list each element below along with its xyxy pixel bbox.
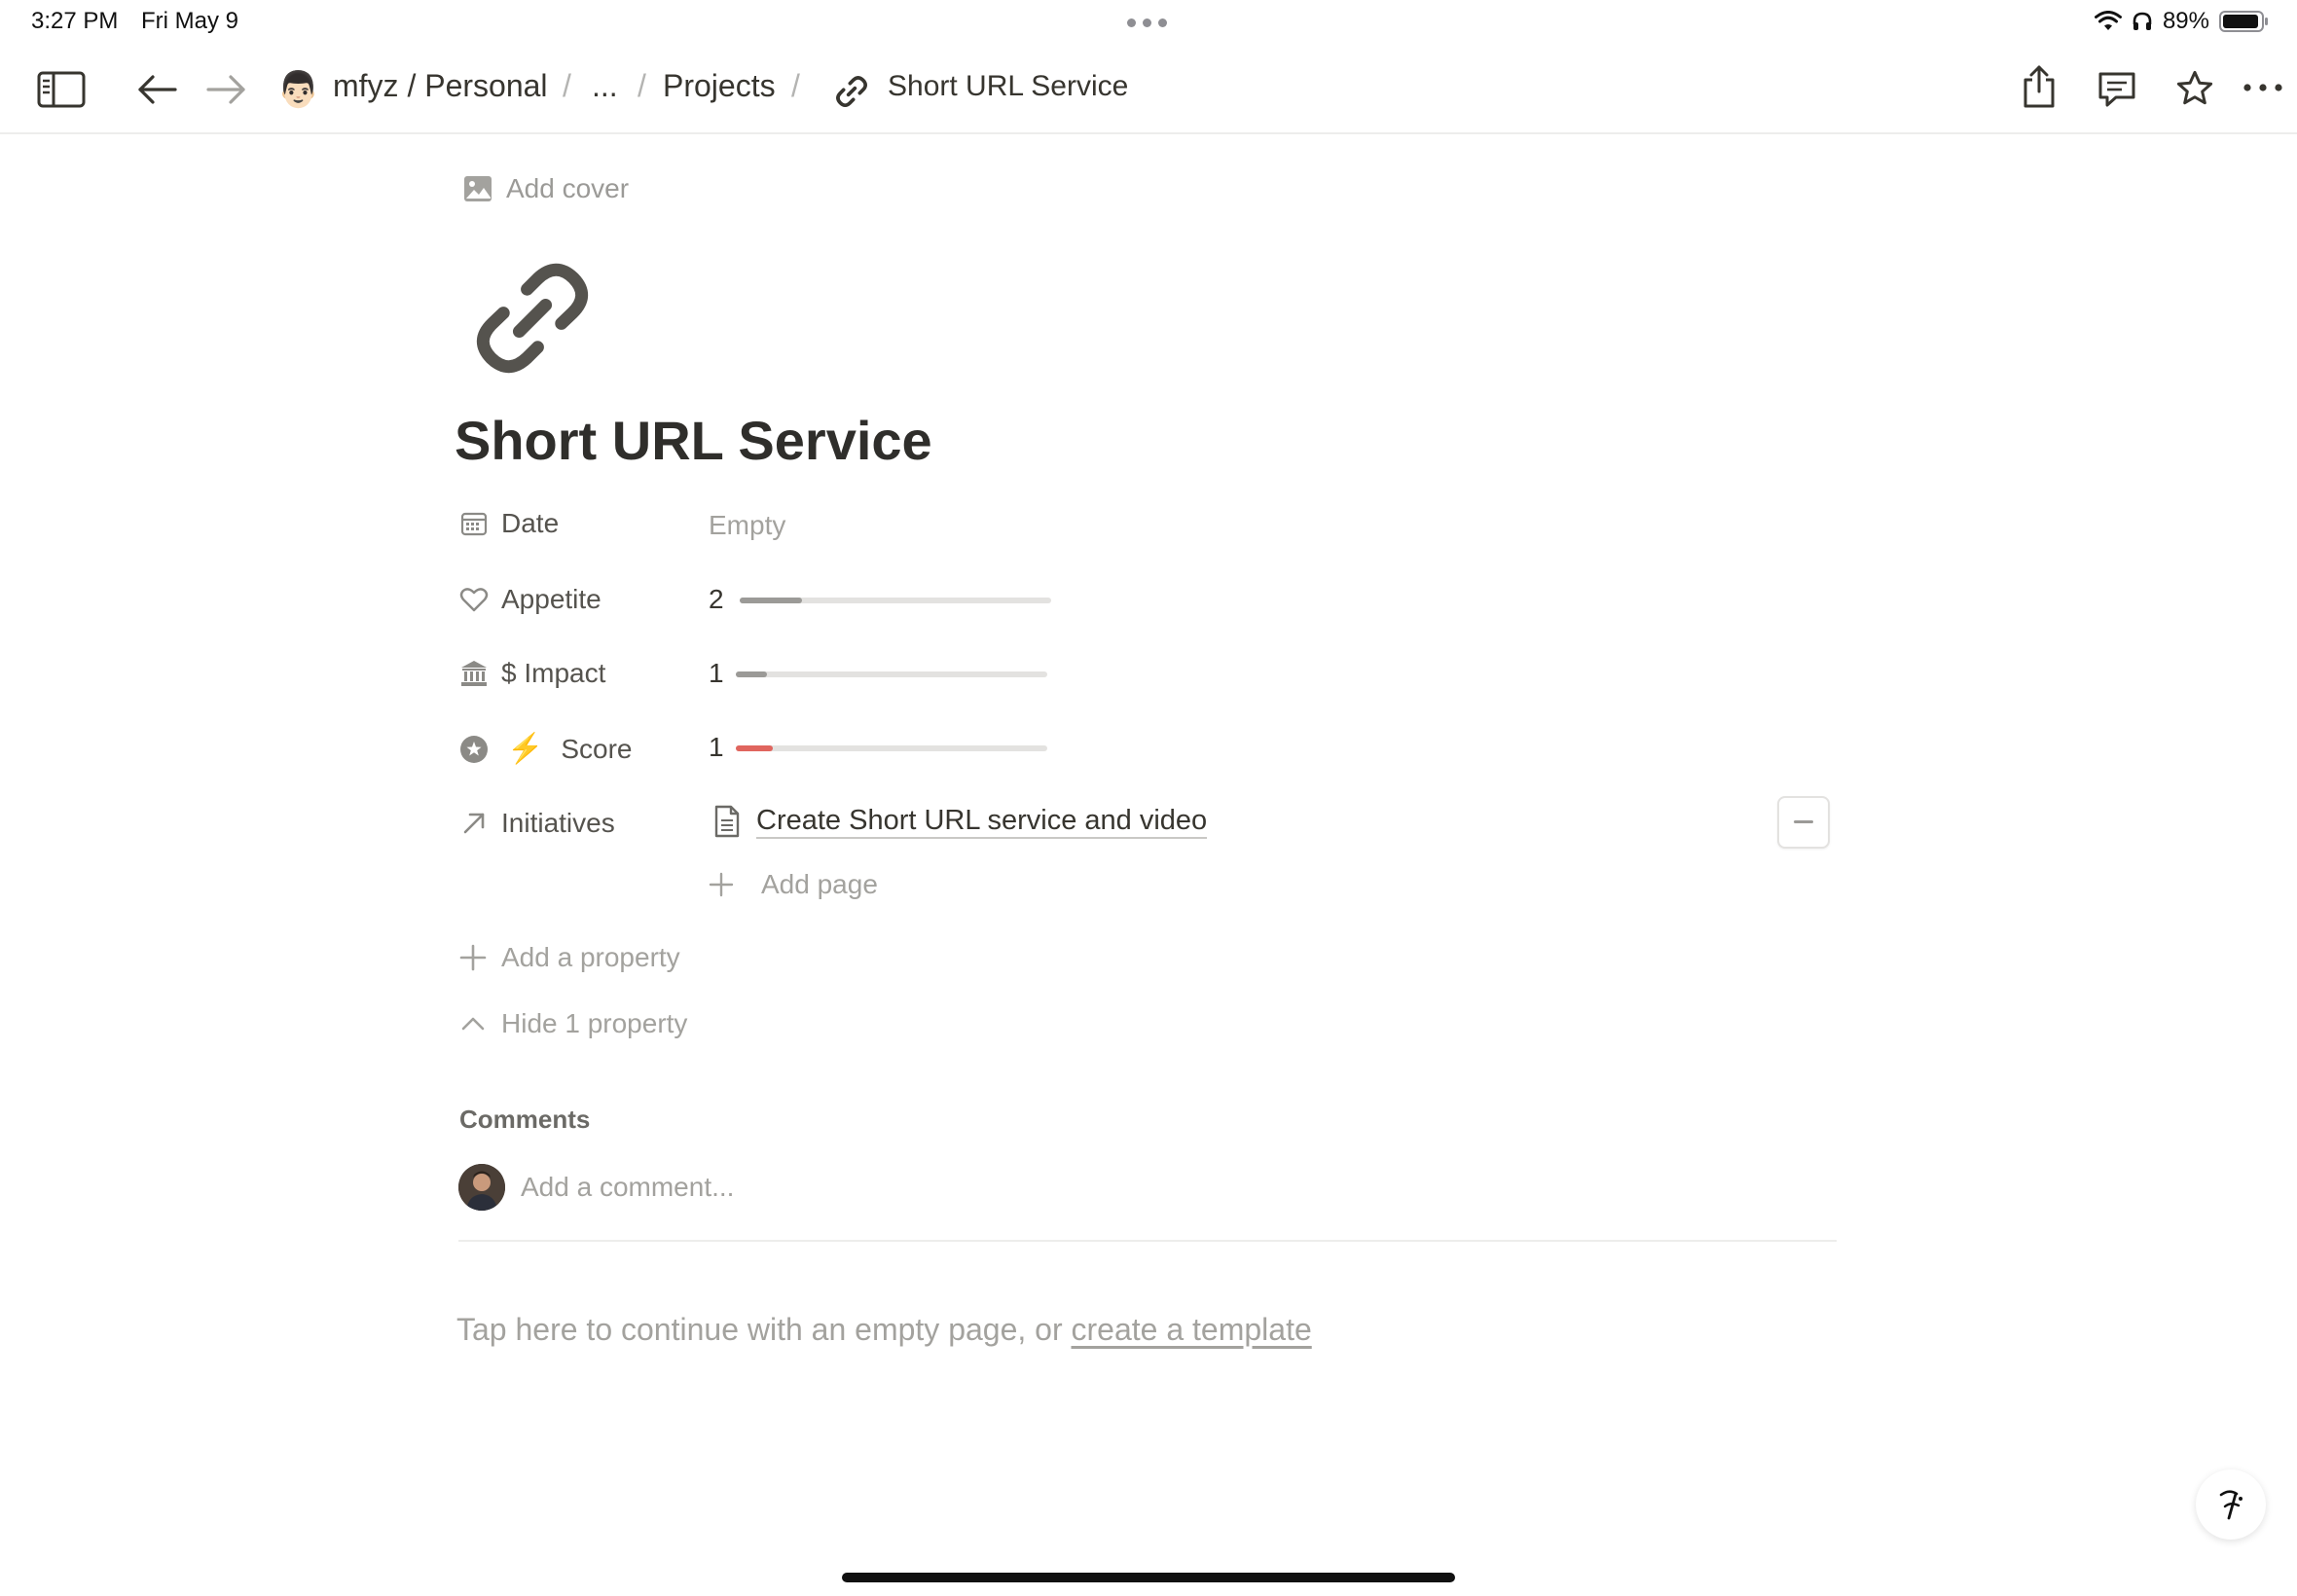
breadcrumb-current-page[interactable]: Short URL Service bbox=[888, 70, 1128, 103]
forward-arrow-icon[interactable] bbox=[204, 72, 247, 107]
hide-property-label: Hide 1 property bbox=[501, 1008, 688, 1038]
avatar bbox=[458, 1164, 505, 1211]
property-appetite[interactable]: Appetite bbox=[458, 584, 602, 615]
relation-arrow-icon bbox=[458, 808, 490, 839]
add-property-button[interactable]: Add a property bbox=[458, 942, 680, 973]
date-value[interactable]: Empty bbox=[709, 510, 785, 541]
home-indicator[interactable] bbox=[842, 1573, 1455, 1582]
initiative-page-title: Create Short URL service and video bbox=[756, 804, 1208, 839]
comments-divider bbox=[458, 1240, 1837, 1242]
property-label-impact: $ Impact bbox=[501, 658, 606, 688]
property-label-initiatives: Initiatives bbox=[501, 808, 615, 838]
status-date: Fri May 9 bbox=[141, 8, 239, 34]
workspace-avatar-emoji: 👨🏻 bbox=[276, 69, 320, 109]
score-progress-bar bbox=[736, 745, 1047, 751]
comments-heading: Comments bbox=[459, 1105, 591, 1134]
appetite-value[interactable]: 2 bbox=[709, 584, 724, 615]
add-property-label: Add a property bbox=[501, 942, 680, 972]
breadcrumb-projects[interactable]: Projects bbox=[663, 68, 776, 104]
score-value[interactable]: 1 bbox=[709, 732, 724, 763]
property-label-appetite: Appetite bbox=[501, 584, 602, 614]
breadcrumb-separator: / bbox=[791, 68, 800, 103]
bank-icon bbox=[458, 658, 490, 689]
headphones-icon bbox=[2132, 11, 2153, 32]
score-emoji: ⚡ bbox=[507, 733, 544, 765]
status-indicators: 89% bbox=[2094, 8, 2270, 35]
sidebar-toggle-icon[interactable] bbox=[37, 70, 86, 109]
add-page-button[interactable]: Add page bbox=[709, 869, 878, 900]
score-progress-fill bbox=[736, 745, 774, 751]
remove-relation-button[interactable] bbox=[1777, 796, 1830, 849]
multitasking-dots[interactable] bbox=[1127, 18, 1167, 27]
appetite-progress-fill bbox=[740, 598, 802, 603]
ai-face-icon bbox=[2211, 1485, 2250, 1524]
document-icon bbox=[713, 805, 741, 838]
minus-icon bbox=[1794, 820, 1813, 824]
star-icon[interactable] bbox=[2174, 68, 2215, 109]
image-icon bbox=[463, 174, 492, 203]
calendar-icon bbox=[458, 508, 490, 539]
impact-progress-fill bbox=[736, 671, 767, 677]
add-cover-button[interactable]: Add cover bbox=[463, 173, 629, 204]
add-page-label: Add page bbox=[761, 869, 878, 899]
impact-value[interactable]: 1 bbox=[709, 658, 724, 689]
breadcrumb-workspace[interactable]: mfyz / Personal bbox=[333, 68, 548, 104]
appetite-progress-bar bbox=[740, 598, 1051, 603]
breadcrumb-separator: / bbox=[638, 68, 646, 103]
property-initiatives[interactable]: Initiatives bbox=[458, 808, 615, 839]
wifi-icon bbox=[2094, 11, 2122, 32]
impact-progress-bar bbox=[736, 671, 1047, 677]
add-cover-label: Add cover bbox=[506, 173, 630, 203]
status-time: 3:27 PM bbox=[31, 8, 119, 34]
breadcrumb-ellipsis[interactable]: ... bbox=[592, 68, 618, 104]
ai-assistant-button[interactable] bbox=[2196, 1469, 2266, 1540]
property-label-score: Score bbox=[561, 733, 633, 764]
comment-composer[interactable]: Add a comment... bbox=[458, 1164, 734, 1211]
share-icon[interactable] bbox=[2021, 64, 2058, 109]
comments-icon[interactable] bbox=[2096, 70, 2137, 109]
battery-icon bbox=[2219, 10, 2270, 33]
breadcrumb-separator: / bbox=[563, 68, 571, 103]
back-arrow-icon[interactable] bbox=[136, 72, 179, 107]
hide-property-button[interactable]: Hide 1 property bbox=[458, 1008, 687, 1039]
link-icon bbox=[832, 72, 871, 111]
empty-page-hint-text: Tap here to continue with an empty page,… bbox=[456, 1312, 1072, 1347]
property-label-date: Date bbox=[501, 508, 560, 538]
property-impact[interactable]: $ Impact bbox=[458, 658, 605, 689]
initiative-page-link[interactable]: Create Short URL service and video bbox=[713, 804, 1208, 839]
battery-percent: 89% bbox=[2162, 8, 2209, 34]
formula-star-icon bbox=[458, 734, 490, 765]
create-template-link[interactable]: create a template bbox=[1072, 1312, 1312, 1347]
heart-icon bbox=[458, 584, 490, 615]
property-date[interactable]: Date bbox=[458, 508, 559, 539]
more-options-icon[interactable] bbox=[2242, 82, 2283, 93]
empty-page-hint[interactable]: Tap here to continue with an empty page,… bbox=[456, 1312, 1312, 1348]
property-score[interactable]: ⚡ Score bbox=[458, 732, 633, 766]
page-title[interactable]: Short URL Service bbox=[455, 409, 932, 472]
page-icon-link[interactable] bbox=[469, 255, 596, 381]
plus-icon bbox=[709, 872, 734, 897]
plus-icon bbox=[458, 943, 488, 972]
chevron-up-icon bbox=[458, 1009, 488, 1038]
comment-input[interactable]: Add a comment... bbox=[521, 1172, 734, 1203]
